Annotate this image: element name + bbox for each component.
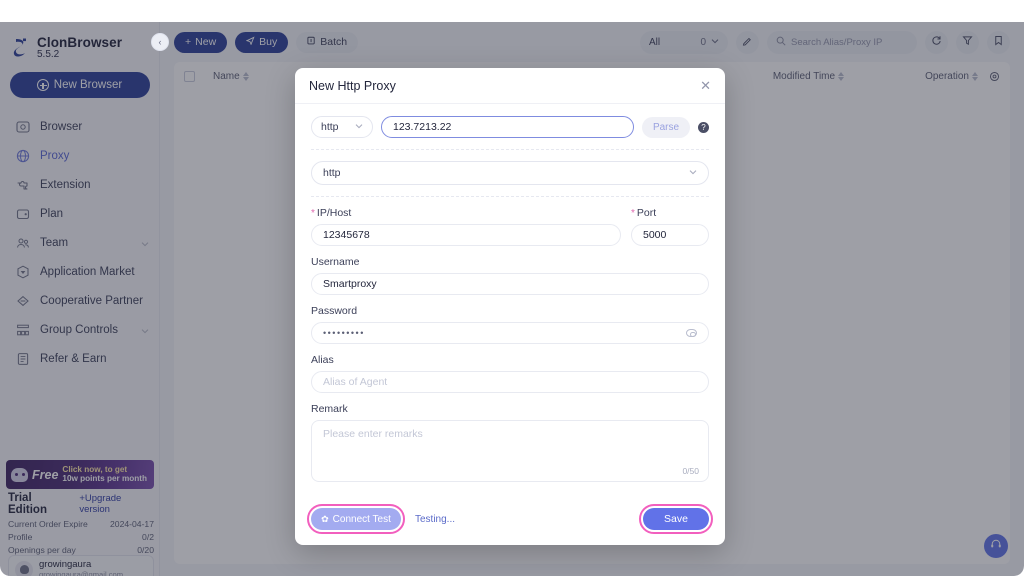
proxy-type-select[interactable]: http bbox=[311, 161, 709, 185]
remark-field: Remark Please enter remarks 0/50 bbox=[311, 403, 709, 482]
dialog-header: New Http Proxy ✕ bbox=[295, 68, 725, 104]
proxy-url-input[interactable]: 123.7213.22 bbox=[381, 116, 634, 138]
remark-counter: 0/50 bbox=[682, 466, 699, 476]
username-label: Username bbox=[311, 256, 709, 268]
port-label: Port bbox=[631, 207, 709, 219]
port-field: Port 5000 bbox=[631, 207, 709, 246]
eye-icon[interactable] bbox=[686, 329, 697, 337]
password-field: Password ••••••••• bbox=[311, 305, 709, 344]
parse-button-label: Parse bbox=[653, 122, 679, 133]
username-field: Username Smartproxy bbox=[311, 256, 709, 295]
remark-textarea[interactable]: Please enter remarks 0/50 bbox=[311, 420, 709, 482]
connection-status-text: Testing... bbox=[415, 514, 455, 525]
alias-field: Alias Alias of Agent bbox=[311, 354, 709, 393]
password-input[interactable]: ••••••••• bbox=[311, 322, 709, 344]
save-button[interactable]: Save bbox=[643, 508, 709, 530]
connect-test-label: Connect Test bbox=[333, 514, 391, 525]
window-titlebar bbox=[0, 0, 1024, 22]
password-label: Password bbox=[311, 305, 709, 317]
gear-icon: ✿ bbox=[321, 514, 329, 525]
dialog-footer: ✿ Connect Test Testing... Save bbox=[295, 493, 725, 545]
parse-button[interactable]: Parse bbox=[642, 117, 690, 138]
chevron-down-icon bbox=[689, 168, 697, 178]
port-value: 5000 bbox=[643, 229, 666, 241]
port-input[interactable]: 5000 bbox=[631, 224, 709, 246]
password-value: ••••••••• bbox=[323, 328, 365, 338]
connect-test-button[interactable]: ✿ Connect Test bbox=[311, 508, 401, 530]
proxy-type-value: http bbox=[323, 167, 341, 179]
username-value: Smartproxy bbox=[323, 278, 377, 290]
proxy-url-row: http 123.7213.22 Parse ? bbox=[311, 116, 709, 150]
remark-placeholder: Please enter remarks bbox=[323, 428, 697, 440]
save-button-label: Save bbox=[664, 513, 688, 525]
help-icon[interactable]: ? bbox=[698, 122, 709, 133]
form-fields: IP/Host 12345678 Port 5000 Username bbox=[311, 197, 709, 482]
protocol-select-value: http bbox=[321, 121, 339, 133]
username-input[interactable]: Smartproxy bbox=[311, 273, 709, 295]
ip-host-value: 12345678 bbox=[323, 229, 370, 241]
alias-placeholder: Alias of Agent bbox=[323, 376, 387, 388]
host-port-row: IP/Host 12345678 Port 5000 bbox=[311, 207, 709, 246]
chevron-left-icon: ‹ bbox=[159, 37, 162, 47]
proxy-url-value: 123.7213.22 bbox=[393, 121, 451, 133]
alias-input[interactable]: Alias of Agent bbox=[311, 371, 709, 393]
ip-host-field: IP/Host 12345678 bbox=[311, 207, 621, 246]
proxy-type-row: http bbox=[311, 150, 709, 197]
new-http-proxy-dialog: New Http Proxy ✕ http 123.7213.22 Parse … bbox=[295, 68, 725, 545]
alias-label: Alias bbox=[311, 354, 709, 366]
dialog-body: http 123.7213.22 Parse ? http bbox=[295, 104, 725, 482]
chevron-down-icon bbox=[355, 122, 363, 132]
ip-host-input[interactable]: 12345678 bbox=[311, 224, 621, 246]
dialog-title: New Http Proxy bbox=[309, 79, 396, 93]
sidebar-collapse-button[interactable]: ‹ bbox=[151, 33, 169, 51]
app-window: ClonBrowser 5.5.2 New Browser Browser bbox=[0, 0, 1024, 576]
close-icon[interactable]: ✕ bbox=[700, 79, 711, 92]
protocol-select[interactable]: http bbox=[311, 116, 373, 138]
ip-host-label: IP/Host bbox=[311, 207, 621, 219]
remark-label: Remark bbox=[311, 403, 709, 415]
